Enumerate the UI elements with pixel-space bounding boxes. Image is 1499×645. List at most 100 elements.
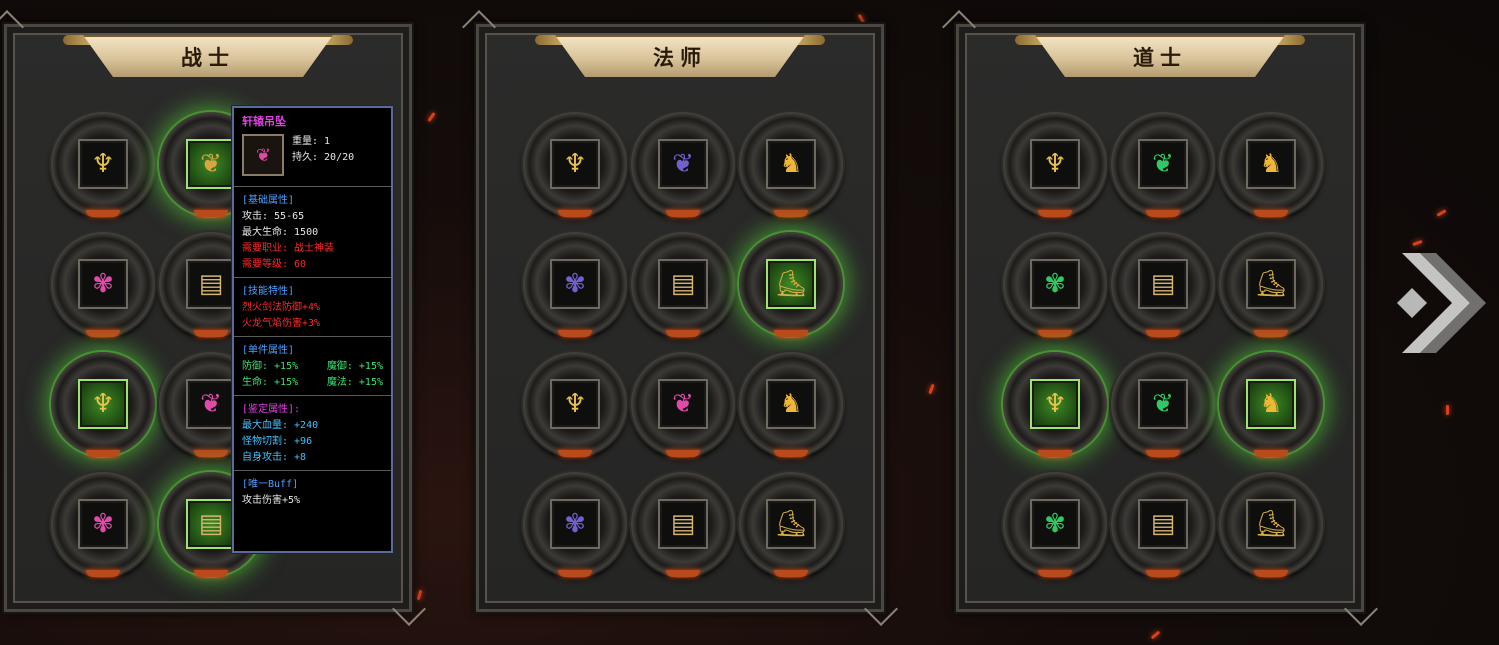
equipment-slot[interactable]: ♞ bbox=[1219, 112, 1323, 216]
equipment-slot[interactable]: ▤ bbox=[631, 232, 735, 336]
section-heading: [鉴定属性]: bbox=[242, 404, 301, 415]
boots-icon: ⛸ bbox=[774, 509, 808, 539]
ring-icon: ✾ bbox=[564, 269, 586, 299]
slot-frame: ❦ bbox=[186, 139, 236, 189]
item-durability: 持久: 20/20 bbox=[292, 152, 355, 163]
armor-icon: ♆ bbox=[1043, 149, 1067, 179]
necklace-icon: ❦ bbox=[672, 149, 694, 179]
equipment-slot[interactable]: ♞ bbox=[739, 112, 843, 216]
equipment-grid: ♆ ❦ ♞ ✾ ▤ ⛸ ♆ ❦ ♞ ✾ ▤ ⛸ bbox=[1001, 111, 1325, 591]
slot-frame: ⛸ bbox=[1246, 499, 1296, 549]
item-tooltip: 轩辕吊坠 ❦ 重量: 1 持久: 20/20 [基础属性] 攻击: 55-65 … bbox=[232, 106, 393, 553]
equipment-slot[interactable]: ♞ bbox=[1219, 352, 1323, 456]
equipment-slot[interactable]: ✾ bbox=[51, 472, 155, 576]
slot-frame: ▤ bbox=[1138, 499, 1188, 549]
equipment-slot[interactable]: ❦ bbox=[631, 112, 735, 216]
class-panel-taoist: 道士 ♆ ❦ ♞ ✾ ▤ ⛸ ♆ ❦ ♞ ✾ ▤ ⛸ bbox=[954, 22, 1366, 614]
ember-particle bbox=[1446, 405, 1449, 415]
divider bbox=[234, 395, 391, 396]
ember-particle bbox=[928, 383, 935, 395]
slot-frame: ❦ bbox=[1138, 139, 1188, 189]
equipment-slot[interactable]: ✾ bbox=[523, 232, 627, 336]
divider bbox=[234, 336, 391, 337]
divider bbox=[234, 186, 391, 187]
slot-frame: ✾ bbox=[1030, 259, 1080, 309]
equipment-slot[interactable]: ⛸ bbox=[739, 232, 843, 336]
equipment-slot[interactable]: ♞ bbox=[739, 352, 843, 456]
slot-frame: ♆ bbox=[78, 379, 128, 429]
equipment-grid: ♆ ❦ ♞ ✾ ▤ ⛸ ♆ ❦ ♞ ✾ ▤ ⛸ bbox=[521, 111, 845, 591]
buff-line: 攻击伤害+5% bbox=[242, 495, 301, 506]
necklace-icon: ❦ bbox=[1152, 149, 1174, 179]
ember-particle bbox=[416, 589, 423, 601]
panel-banner: 战士 bbox=[83, 35, 333, 77]
equipment-slot[interactable]: ♆ bbox=[523, 352, 627, 456]
skill-line: 烈火剑法防御+4% bbox=[242, 302, 321, 313]
item-weight: 重量: 1 bbox=[292, 136, 331, 147]
next-arrow-icon[interactable] bbox=[1392, 248, 1492, 358]
equipment-slot[interactable]: ❦ bbox=[1111, 112, 1215, 216]
equipment-slot[interactable]: ⛸ bbox=[739, 472, 843, 576]
ember-particle bbox=[1412, 239, 1423, 247]
boots-icon: ⛸ bbox=[1254, 509, 1288, 539]
necklace-icon: ❦ bbox=[1152, 389, 1174, 419]
stat-line: 自身攻击: +8 bbox=[242, 452, 307, 463]
slot-frame: ♞ bbox=[766, 379, 816, 429]
ring-icon: ✾ bbox=[92, 269, 114, 299]
equipment-slot[interactable]: ▤ bbox=[1111, 232, 1215, 336]
equipment-slot[interactable]: ♆ bbox=[1003, 352, 1107, 456]
slot-frame: ♆ bbox=[550, 139, 600, 189]
equipment-slot[interactable]: ❦ bbox=[1111, 352, 1215, 456]
helmet-icon: ♞ bbox=[1259, 389, 1283, 419]
belt-icon: ▤ bbox=[1150, 509, 1176, 539]
equipment-slot[interactable]: ⛸ bbox=[1219, 472, 1323, 576]
stat-line: 最大生命: 1500 bbox=[242, 227, 319, 238]
ember-particle bbox=[427, 112, 436, 122]
slot-frame: ❦ bbox=[658, 139, 708, 189]
slot-frame: ✾ bbox=[550, 259, 600, 309]
skill-line: 火龙气焰伤害+3% bbox=[242, 318, 321, 329]
boots-icon: ⛸ bbox=[1254, 269, 1288, 299]
slot-frame: ♆ bbox=[1030, 379, 1080, 429]
equipment-slot[interactable]: ♆ bbox=[1003, 112, 1107, 216]
equipment-slot[interactable]: ♆ bbox=[51, 352, 155, 456]
section-heading: [基础属性] bbox=[242, 195, 295, 206]
slot-frame: ▤ bbox=[186, 259, 236, 309]
ember-particle bbox=[1436, 209, 1447, 217]
equipment-slot[interactable]: ✾ bbox=[523, 472, 627, 576]
panel-banner: 法师 bbox=[555, 35, 805, 77]
slot-frame: ✾ bbox=[550, 499, 600, 549]
equipment-slot[interactable]: ⛸ bbox=[1219, 232, 1323, 336]
equipment-slot[interactable]: ♆ bbox=[51, 112, 155, 216]
stat-line: 生命: +15% bbox=[242, 377, 299, 388]
ember-particle bbox=[1150, 630, 1161, 640]
class-panel-mage: 法师 ♆ ❦ ♞ ✾ ▤ ⛸ ♆ ❦ ♞ ✾ ▤ ⛸ bbox=[474, 22, 886, 614]
equipment-slot[interactable]: ✾ bbox=[1003, 232, 1107, 336]
armor-icon: ♆ bbox=[91, 149, 115, 179]
equipment-slot[interactable]: ▤ bbox=[631, 472, 735, 576]
panel-title: 战士 bbox=[181, 46, 235, 70]
section-heading: [唯一Buff] bbox=[242, 479, 299, 490]
equipment-slot[interactable]: ♆ bbox=[523, 112, 627, 216]
section-heading: [技能特性] bbox=[242, 286, 295, 297]
belt-icon: ▤ bbox=[670, 269, 696, 299]
equipment-slot[interactable]: ✾ bbox=[1003, 472, 1107, 576]
slot-frame: ✾ bbox=[1030, 499, 1080, 549]
slot-frame: ⛸ bbox=[1246, 259, 1296, 309]
equipment-slot[interactable]: ▤ bbox=[1111, 472, 1215, 576]
requirement-line: 需要职业: 战士神装 bbox=[242, 243, 335, 254]
divider bbox=[234, 277, 391, 278]
belt-icon: ▤ bbox=[1150, 269, 1176, 299]
necklace-icon: ❦ bbox=[242, 134, 284, 176]
slot-frame: ✾ bbox=[78, 499, 128, 549]
ring-icon: ✾ bbox=[92, 509, 114, 539]
slot-frame: ♆ bbox=[1030, 139, 1080, 189]
ring-icon: ✾ bbox=[1044, 269, 1066, 299]
equipment-slot[interactable]: ❦ bbox=[631, 352, 735, 456]
slot-frame: ♆ bbox=[550, 379, 600, 429]
slot-frame: ▤ bbox=[186, 499, 236, 549]
stat-line: 魔御: +15% bbox=[326, 361, 383, 372]
section-heading: [单件属性] bbox=[242, 345, 295, 356]
item-name: 轩辕吊坠 bbox=[242, 115, 286, 128]
equipment-slot[interactable]: ✾ bbox=[51, 232, 155, 336]
